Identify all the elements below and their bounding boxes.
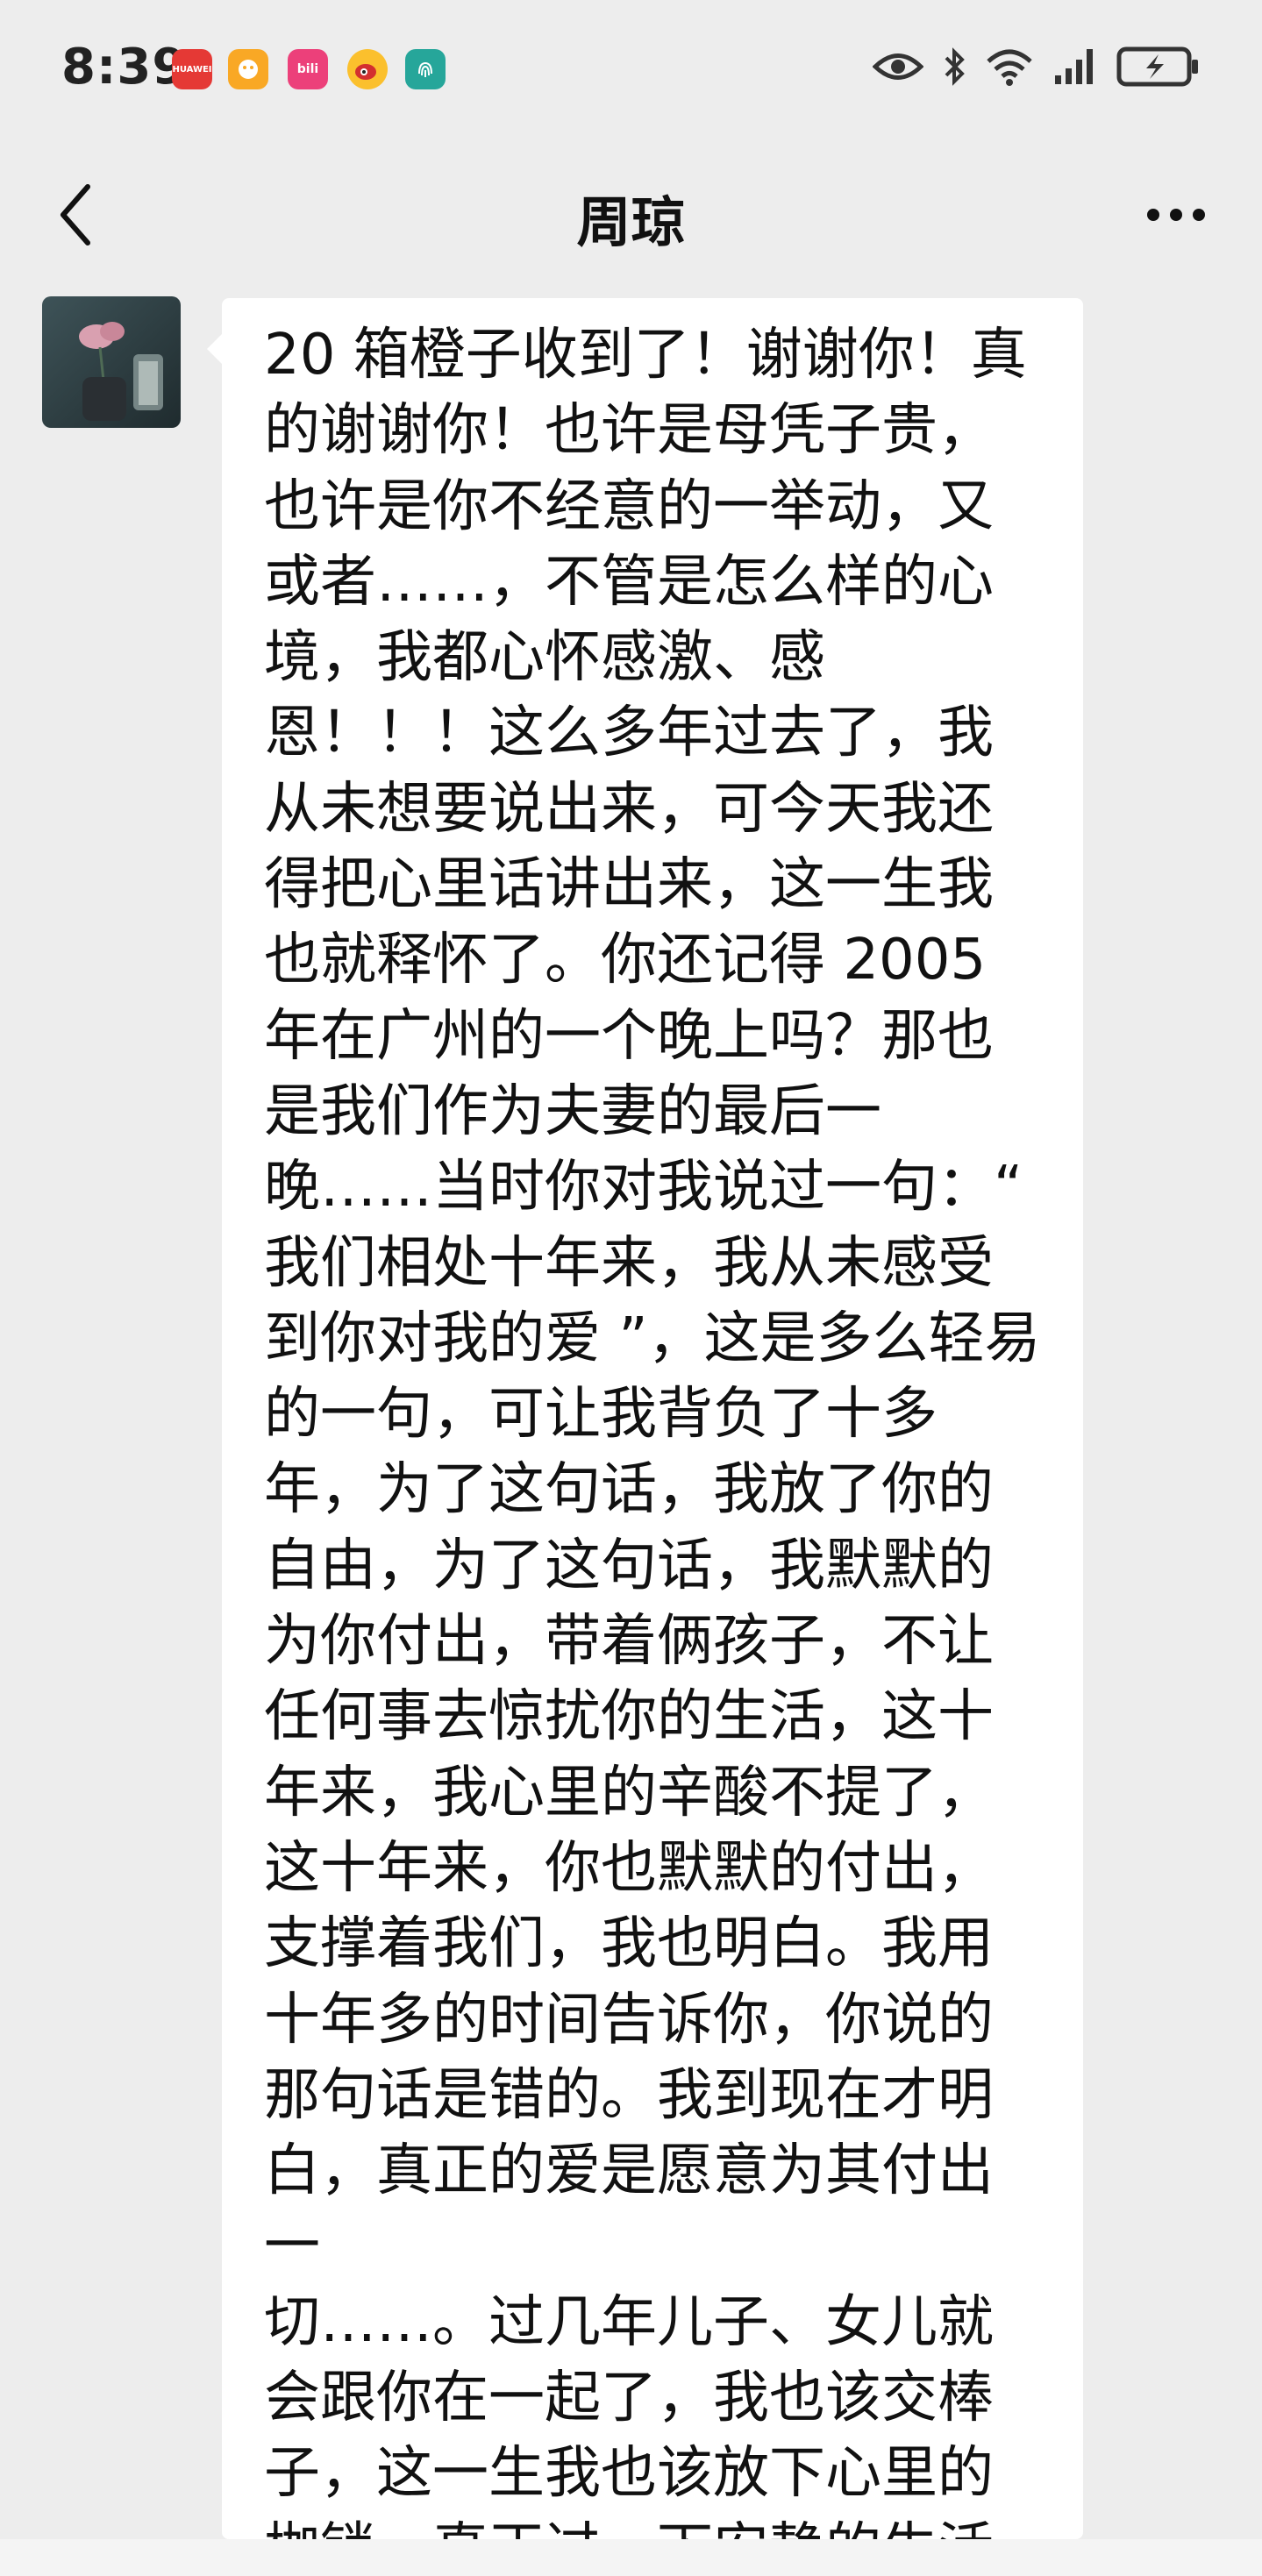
message-text: 20 箱橙子收到了！谢谢你！真的谢谢你！也许是母凭子贵，也许是你不经意的一举动，…: [264, 323, 1041, 2539]
bilibili-icon: bili: [288, 49, 328, 89]
signal-icon: [1055, 49, 1093, 84]
battery-charging-icon: [1116, 46, 1198, 87]
status-bar: 8:39 HUAWEI bili: [0, 0, 1262, 145]
weibo-icon: [347, 49, 388, 89]
huawei-app-icon: HUAWEI: [172, 49, 212, 89]
more-options-button[interactable]: [1141, 189, 1211, 241]
fingerprint-app-icon: [405, 49, 446, 89]
avatar-image: [42, 296, 181, 428]
bottom-edge: [0, 2539, 1262, 2576]
chat-title: 周琼: [576, 190, 686, 254]
more-dots-icon: [1147, 209, 1205, 221]
message-bubble[interactable]: 20 箱橙子收到了！谢谢你！真的谢谢你！也许是母凭子贵，也许是你不经意的一举动，…: [222, 298, 1083, 2539]
wifi-icon: [987, 49, 1032, 86]
eye-icon: [873, 53, 923, 80]
bluetooth-icon: [945, 47, 965, 86]
contact-avatar[interactable]: [42, 296, 181, 428]
status-indicators: [873, 46, 1201, 88]
game-center-icon: [228, 49, 268, 89]
bubble-arrow: [207, 333, 223, 365]
chat-header: 周琼: [0, 145, 1262, 285]
status-time: 8:39: [61, 39, 188, 96]
